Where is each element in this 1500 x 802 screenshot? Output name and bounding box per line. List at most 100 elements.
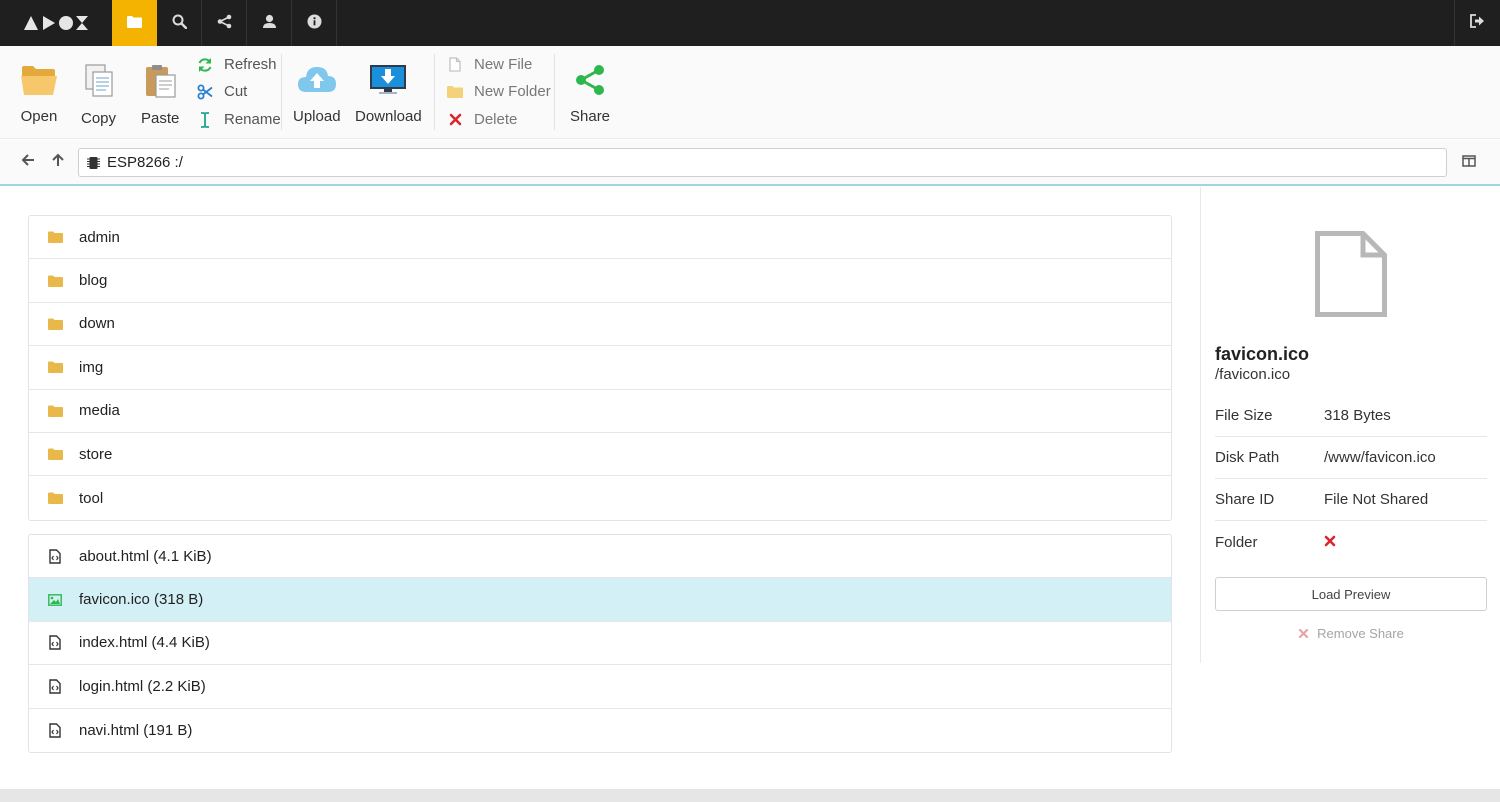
folder-row[interactable]: media <box>29 390 1171 433</box>
tab-shares[interactable] <box>202 0 247 46</box>
folder-icon <box>47 273 63 289</box>
arrow-up-icon <box>51 153 65 171</box>
path-text: ESP8266 :/ <box>107 154 183 171</box>
open-folder-icon <box>20 64 58 100</box>
folder-icon <box>47 316 63 332</box>
share-icon <box>573 64 607 100</box>
file-row[interactable]: index.html (4.4 KiB) <box>29 622 1171 666</box>
folder-row[interactable]: blog <box>29 259 1171 303</box>
detail-row-folder: Folder <box>1215 521 1487 563</box>
download-label: Download <box>355 108 422 125</box>
folder-row[interactable]: down <box>29 303 1171 347</box>
folder-row[interactable]: store <box>29 433 1171 477</box>
file-label: navi.html (191 B) <box>79 721 193 739</box>
folder-list: admin blog down img media store tool <box>28 215 1172 521</box>
paste-button[interactable]: Paste <box>141 64 179 127</box>
rename-label: Rename <box>224 111 281 128</box>
share-icon <box>217 14 232 33</box>
detail-file-name: favicon.ico <box>1215 344 1310 364</box>
new-file-label: New File <box>474 56 533 73</box>
open-button[interactable]: Open <box>20 64 58 125</box>
delete-label: Delete <box>474 111 518 128</box>
detail-value: File Not Shared <box>1324 491 1429 508</box>
tab-search[interactable] <box>157 0 202 46</box>
delete-button[interactable]: Delete <box>446 111 517 128</box>
footer-bar <box>0 789 1500 802</box>
copy-button[interactable]: Copy <box>81 64 116 127</box>
toolbar: Open Copy Paste Refresh Cut Rename Uploa… <box>0 46 1500 139</box>
tab-info[interactable] <box>292 0 337 46</box>
folder-name: down <box>79 315 115 333</box>
path-bar: ESP8266 :/ <box>0 140 1500 186</box>
file-list: about.html (4.1 KiB) favicon.ico (318 B)… <box>28 534 1172 753</box>
toolbar-divider <box>434 54 435 130</box>
file-icon <box>446 57 464 73</box>
file-row[interactable]: navi.html (191 B) <box>29 709 1171 752</box>
detail-file-path: /favicon.ico <box>1215 366 1291 383</box>
large-file-icon <box>1315 231 1387 321</box>
folder-row[interactable]: admin <box>29 216 1171 260</box>
detail-value: /www/favicon.ico <box>1324 449 1436 466</box>
file-label: index.html (4.4 KiB) <box>79 634 210 652</box>
toggle-panel-button[interactable] <box>1460 153 1478 171</box>
folder-name: blog <box>79 272 108 290</box>
file-label: about.html (4.1 KiB) <box>79 547 212 565</box>
folder-name: media <box>79 402 120 420</box>
file-detail-panel: favicon.ico /favicon.ico File Size 318 B… <box>1200 187 1500 663</box>
folder-name: store <box>79 445 113 463</box>
new-folder-label: New Folder <box>474 83 551 100</box>
remove-share-label: Remove Share <box>1317 625 1404 641</box>
new-folder-button[interactable]: New Folder <box>446 83 551 100</box>
up-button[interactable] <box>49 153 67 171</box>
delete-x-icon <box>446 112 464 128</box>
folder-name: img <box>79 358 104 376</box>
cut-label: Cut <box>224 83 248 100</box>
columns-icon <box>1462 154 1476 171</box>
upload-button[interactable]: Upload <box>293 64 341 125</box>
load-preview-button[interactable]: Load Preview <box>1215 577 1487 611</box>
top-navbar <box>0 0 1500 46</box>
copy-label: Copy <box>81 110 117 127</box>
file-row-selected[interactable]: favicon.ico (318 B) <box>29 578 1171 622</box>
new-file-button[interactable]: New File <box>446 56 532 73</box>
refresh-button[interactable]: Refresh <box>196 56 277 73</box>
text-cursor-icon <box>196 111 214 128</box>
code-file-icon <box>47 548 63 564</box>
tab-user[interactable] <box>247 0 292 46</box>
folder-name: tool <box>79 489 104 507</box>
tab-files[interactable] <box>112 0 157 46</box>
code-file-icon <box>47 678 63 694</box>
rename-button[interactable]: Rename <box>196 111 281 128</box>
back-button[interactable] <box>19 153 37 171</box>
path-input[interactable]: ESP8266 :/ <box>78 148 1447 177</box>
folder-row[interactable]: tool <box>29 476 1171 519</box>
cut-button[interactable]: Cut <box>196 83 247 100</box>
logout-button[interactable] <box>1454 0 1500 46</box>
code-file-icon <box>47 722 63 738</box>
share-button[interactable]: Share <box>570 64 610 125</box>
arrow-left-icon <box>21 153 35 171</box>
share-label: Share <box>570 108 611 125</box>
folder-icon <box>47 229 63 245</box>
refresh-icon <box>196 57 214 73</box>
paste-label: Paste <box>141 110 180 127</box>
paste-icon <box>143 64 177 102</box>
user-icon <box>262 14 277 33</box>
apox-logo[interactable] <box>0 0 112 46</box>
detail-row-disk-path: Disk Path /www/favicon.ico <box>1215 437 1487 479</box>
folder-false-x-icon <box>1324 534 1336 551</box>
file-row[interactable]: login.html (2.2 KiB) <box>29 665 1171 709</box>
image-file-icon <box>47 592 63 608</box>
download-button[interactable]: Download <box>355 64 422 125</box>
detail-properties: File Size 318 Bytes Disk Path /www/favic… <box>1215 395 1487 563</box>
remove-x-icon <box>1298 628 1309 639</box>
detail-row-share-id: Share ID File Not Shared <box>1215 479 1487 521</box>
info-icon <box>307 14 322 33</box>
file-row[interactable]: about.html (4.1 KiB) <box>29 535 1171 579</box>
remove-share-button[interactable]: Remove Share <box>1215 623 1487 643</box>
toolbar-divider <box>281 54 282 130</box>
search-icon <box>172 14 187 33</box>
cloud-upload-icon <box>297 64 337 100</box>
folder-row[interactable]: img <box>29 346 1171 390</box>
detail-key: Folder <box>1215 533 1258 551</box>
